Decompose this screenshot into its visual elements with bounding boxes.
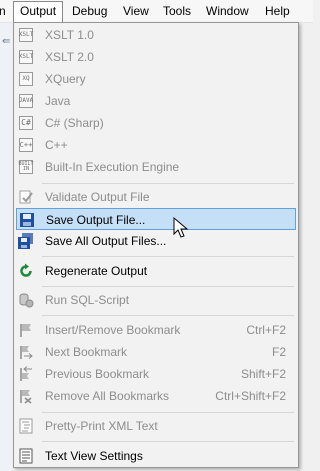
menu-item-label: Next Bookmark xyxy=(45,345,128,359)
previous-bookmark-icon xyxy=(18,366,34,382)
menu-item-previous-bookmark[interactable]: Previous Bookmark Shift+F2 xyxy=(16,363,296,385)
menu-separator xyxy=(42,315,294,316)
menu-item-shortcut: Shift+F2 xyxy=(240,367,286,381)
menu-item-next-bookmark[interactable]: Next Bookmark F2 xyxy=(16,341,296,363)
pretty-print-icon xyxy=(18,418,34,434)
toolbar-strip: ⇚ xyxy=(0,23,13,471)
menu-item-label: C++ xyxy=(45,138,68,152)
menu-output[interactable]: Output xyxy=(13,1,63,22)
menu-item-label: Run SQL-Script xyxy=(45,293,130,307)
menu-item-xslt-2[interactable]: XSLT XSLT 2.0 xyxy=(16,46,296,68)
menu-item-label: Save All Output Files... xyxy=(45,234,167,248)
next-bookmark-icon xyxy=(18,344,34,360)
bookmark-icon xyxy=(18,322,34,338)
mouse-cursor-icon xyxy=(173,217,189,238)
menu-item-xquery[interactable]: XQ XQuery xyxy=(16,68,296,90)
save-icon xyxy=(19,212,35,228)
menu-item-label: Java xyxy=(45,94,71,108)
menu-separator xyxy=(42,256,294,257)
menu-separator xyxy=(42,183,294,184)
save-all-icon xyxy=(18,233,34,249)
menu-item-label: Pretty-Print XML Text xyxy=(45,419,158,433)
toolbar-arrow-icon[interactable]: ⇚ xyxy=(2,36,12,48)
menu-item-save-output[interactable]: Save Output File... xyxy=(16,208,296,230)
menu-item-label: Insert/Remove Bookmark xyxy=(45,323,181,337)
menu-item-label: C# (Sharp) xyxy=(45,116,104,130)
menu-item-label: XSLT 1.0 xyxy=(45,28,94,42)
menu-item-cplusplus[interactable]: C++ C++ xyxy=(16,134,296,156)
menu-item-run-sql-script[interactable]: Run SQL-Script xyxy=(16,289,296,311)
menu-item-shortcut: Ctrl+F2 xyxy=(246,323,286,337)
menu-item-label: Validate Output File xyxy=(45,190,150,204)
menu-tools[interactable]: Tools xyxy=(163,2,197,20)
output-menu-dropdown: XSLT XSLT 1.0 XSLT XSLT 2.0 XQ XQuery JA… xyxy=(13,22,299,468)
menu-window[interactable]: Window xyxy=(206,2,254,20)
menu-item-csharp[interactable]: C# C# (Sharp) xyxy=(16,112,296,134)
menu-view[interactable]: View xyxy=(123,2,153,20)
menu-item-xslt-1[interactable]: XSLT XSLT 1.0 xyxy=(16,24,296,46)
menu-separator xyxy=(42,286,294,287)
menu-item-label: Remove All Bookmarks xyxy=(45,389,170,403)
menu-item-validate-output[interactable]: Validate Output File xyxy=(16,186,296,208)
menu-item-regenerate-output[interactable]: Regenerate Output xyxy=(16,260,296,282)
menu-item-label: XQuery xyxy=(45,72,86,86)
builtin-engine-icon: BUILT IN xyxy=(18,160,34,174)
menu-help[interactable]: Help xyxy=(265,2,295,20)
menu-separator xyxy=(42,441,294,442)
csharp-icon: C# xyxy=(18,115,34,131)
menu-item-label: Regenerate Output xyxy=(45,264,148,278)
regenerate-icon xyxy=(18,263,34,279)
validate-icon xyxy=(18,189,34,205)
menu-item-label: Previous Bookmark xyxy=(45,367,150,381)
cplusplus-icon: C++ xyxy=(18,137,34,153)
menu-item-label: Save Output File... xyxy=(46,213,146,227)
menu-item-save-all-output[interactable]: Save All Output Files... xyxy=(16,230,296,252)
menu-item-builtin-engine[interactable]: BUILT IN Built-In Execution Engine xyxy=(16,156,296,178)
menu-item-java[interactable]: JAVA Java xyxy=(16,90,296,112)
menu-item-shortcut: F2 xyxy=(271,345,286,359)
menu-partial-item[interactable]: n xyxy=(0,2,9,20)
menu-debug[interactable]: Debug xyxy=(72,2,120,20)
menu-separator xyxy=(42,412,294,413)
sql-script-icon xyxy=(18,292,34,308)
java-icon: JAVA xyxy=(18,93,34,109)
menu-item-label: XSLT 2.0 xyxy=(45,50,94,64)
menu-item-pretty-print[interactable]: Pretty-Print XML Text xyxy=(16,415,296,437)
xslt2-icon: XSLT xyxy=(18,49,34,65)
menu-item-label: Built-In Execution Engine xyxy=(45,160,180,174)
menu-bar: n Output Debug View Tools Window Help xyxy=(0,0,313,23)
xslt1-icon: XSLT xyxy=(18,27,34,43)
menu-item-insert-remove-bookmark[interactable]: Insert/Remove Bookmark Ctrl+F2 xyxy=(16,319,296,341)
menu-item-label: Text View Settings xyxy=(45,449,143,463)
menu-item-remove-all-bookmarks[interactable]: Remove All Bookmarks Ctrl+Shift+F2 xyxy=(16,385,296,407)
xquery-icon: XQ xyxy=(18,71,34,87)
menu-item-text-view-settings[interactable]: Text View Settings xyxy=(16,445,296,467)
remove-bookmarks-icon xyxy=(18,388,34,404)
text-view-settings-icon xyxy=(18,448,34,464)
menu-item-shortcut: Ctrl+Shift+F2 xyxy=(215,389,286,403)
